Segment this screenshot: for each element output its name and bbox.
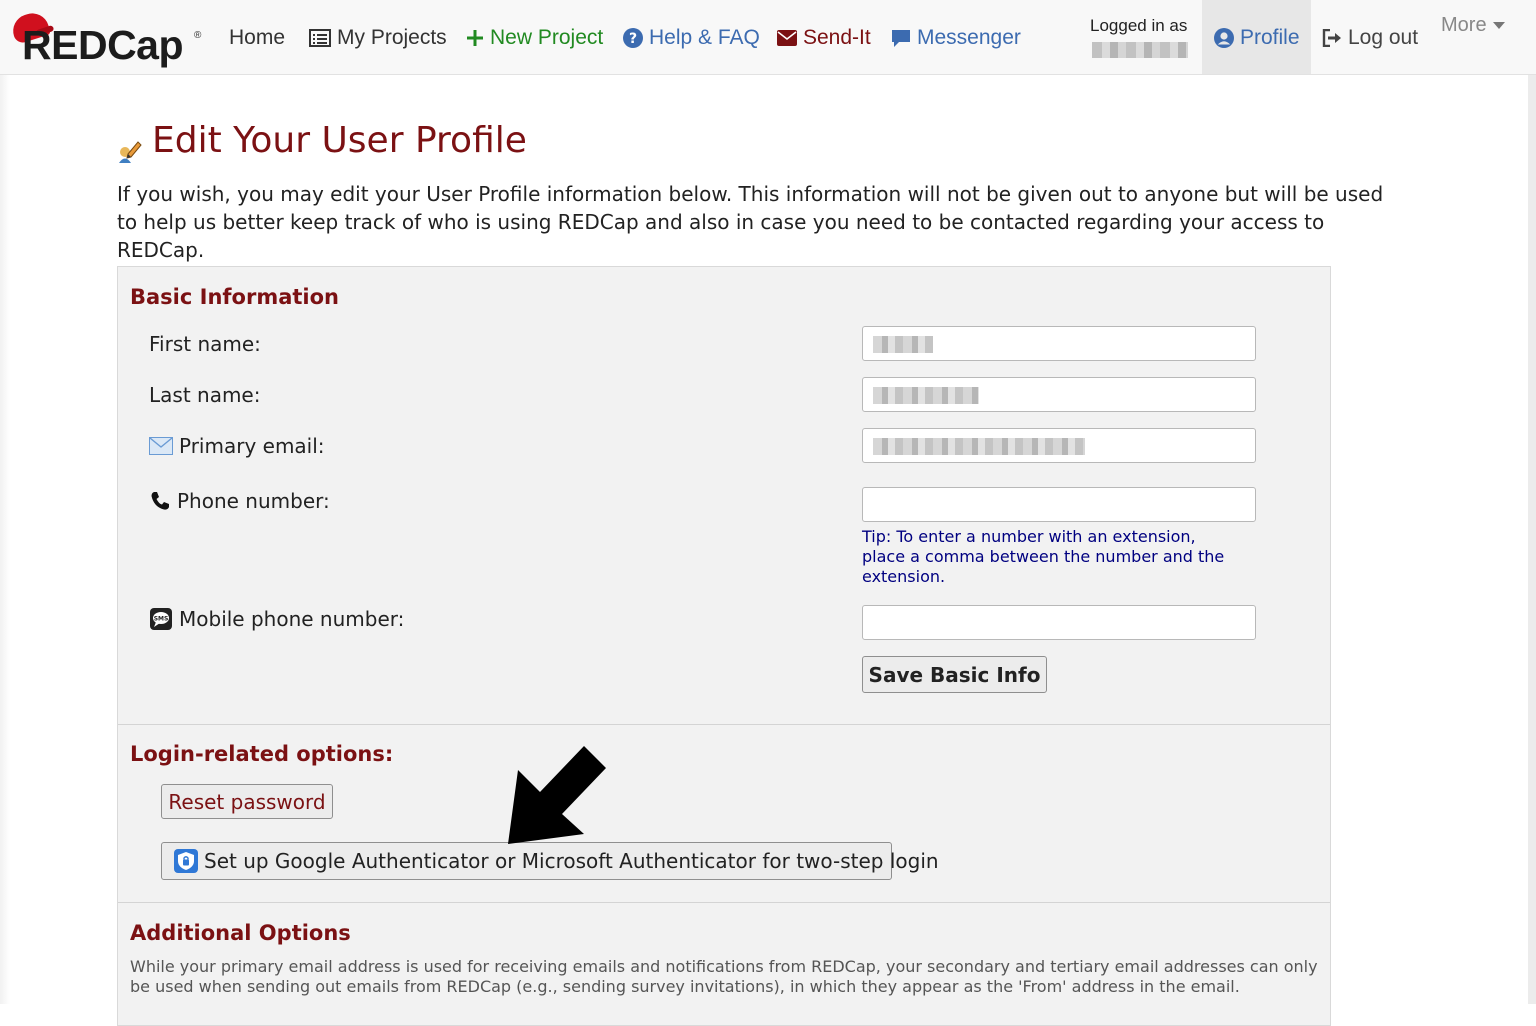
top-navbar: REDCap ® Home My Projects New Project ? … bbox=[0, 0, 1536, 75]
last-name-field[interactable] bbox=[862, 377, 1256, 412]
phone-number-label: Phone number: bbox=[149, 489, 330, 513]
profile-panel: Basic Information First name: Last name:… bbox=[117, 266, 1331, 1026]
sign-out-icon bbox=[1322, 29, 1342, 47]
redcap-logo[interactable]: REDCap ® bbox=[8, 9, 201, 68]
setup-authenticator-label: Set up Google Authenticator or Microsoft… bbox=[204, 849, 939, 873]
primary-email-field[interactable] bbox=[862, 428, 1256, 463]
nav-send-it-label: Send-It bbox=[803, 26, 871, 49]
reset-password-button[interactable]: Reset password bbox=[161, 784, 333, 819]
mail-icon bbox=[149, 437, 173, 455]
login-options-heading: Login-related options: bbox=[130, 742, 394, 766]
nav-profile-link[interactable]: Profile bbox=[1214, 22, 1300, 54]
nav-messenger-label: Messenger bbox=[917, 26, 1021, 49]
nav-my-projects-link[interactable]: My Projects bbox=[309, 22, 447, 54]
section-divider bbox=[118, 902, 1330, 903]
phone-tip-text: Tip: To enter a number with an extension… bbox=[862, 527, 1225, 586]
nav-home-link[interactable]: Home bbox=[229, 22, 285, 54]
section-divider bbox=[118, 724, 1330, 725]
nav-help-faq-link[interactable]: ? Help & FAQ bbox=[623, 22, 760, 54]
chat-icon bbox=[891, 28, 911, 48]
last-name-label: Last name: bbox=[149, 383, 260, 407]
setup-authenticator-button[interactable]: Set up Google Authenticator or Microsoft… bbox=[161, 842, 939, 880]
pencil-user-icon bbox=[116, 132, 142, 163]
logged-in-username-redacted bbox=[1092, 42, 1188, 58]
additional-options-note: While your primary email address is used… bbox=[130, 957, 1318, 996]
svg-text:?: ? bbox=[629, 31, 637, 47]
mobile-phone-label-text: Mobile phone number: bbox=[179, 607, 405, 631]
primary-email-value-redacted bbox=[873, 438, 1085, 455]
logged-in-label: Logged in as bbox=[1090, 16, 1188, 35]
logo-registered-mark: ® bbox=[194, 30, 202, 41]
mobile-phone-field[interactable] bbox=[862, 605, 1256, 640]
nav-my-projects-label: My Projects bbox=[337, 26, 447, 49]
page-intro-text: If you wish, you may edit your User Prof… bbox=[117, 182, 1384, 262]
nav-new-project-link[interactable]: New Project bbox=[466, 22, 603, 54]
sms-icon: SMS bbox=[149, 607, 173, 631]
envelope-icon bbox=[777, 30, 797, 46]
caret-down-icon bbox=[1492, 22, 1505, 29]
page-left-shadow bbox=[0, 75, 10, 1004]
nav-log-out-link[interactable]: Log out bbox=[1322, 22, 1418, 54]
nav-log-out-label: Log out bbox=[1348, 26, 1419, 49]
svg-text:SMS: SMS bbox=[154, 616, 169, 623]
last-name-label-text: Last name: bbox=[149, 383, 261, 407]
nav-more-label: More bbox=[1441, 14, 1487, 36]
page-title-text: Edit Your User Profile bbox=[152, 120, 527, 161]
nav-profile-label: Profile bbox=[1240, 26, 1300, 49]
phone-number-field[interactable] bbox=[862, 487, 1256, 522]
mobile-phone-label: SMS Mobile phone number: bbox=[149, 607, 404, 631]
phone-number-label-text: Phone number: bbox=[177, 489, 330, 513]
save-basic-info-button[interactable]: Save Basic Info bbox=[862, 656, 1047, 693]
basic-info-heading: Basic Information bbox=[130, 285, 339, 309]
primary-email-label: Primary email: bbox=[149, 434, 325, 458]
last-name-value-redacted bbox=[873, 387, 979, 404]
nav-messenger-link[interactable]: Messenger bbox=[891, 22, 1021, 54]
page-title: Edit Your User Profile bbox=[116, 120, 527, 163]
additional-options-heading: Additional Options bbox=[130, 921, 351, 945]
first-name-field[interactable] bbox=[862, 326, 1256, 361]
question-circle-icon: ? bbox=[623, 28, 643, 48]
first-name-value-redacted bbox=[873, 336, 933, 353]
arrow-pointer bbox=[508, 746, 606, 844]
first-name-label: First name: bbox=[149, 332, 261, 356]
page-scrollbar-edge[interactable] bbox=[1528, 75, 1536, 1004]
nav-send-it-link[interactable]: Send-It bbox=[777, 22, 871, 54]
list-icon bbox=[309, 29, 331, 47]
nav-help-faq-label: Help & FAQ bbox=[649, 26, 760, 49]
primary-email-label-text: Primary email: bbox=[179, 434, 325, 458]
first-name-label-text: First name: bbox=[149, 332, 261, 356]
logo-text: REDCap bbox=[22, 22, 184, 68]
nav-home-label: Home bbox=[229, 26, 286, 49]
phone-icon bbox=[149, 490, 171, 512]
nav-more-dropdown[interactable]: More bbox=[1441, 14, 1505, 37]
nav-new-project-label: New Project bbox=[490, 26, 604, 49]
user-circle-icon bbox=[1214, 28, 1234, 48]
lock-shield-icon bbox=[174, 849, 198, 873]
plus-icon bbox=[466, 29, 484, 47]
